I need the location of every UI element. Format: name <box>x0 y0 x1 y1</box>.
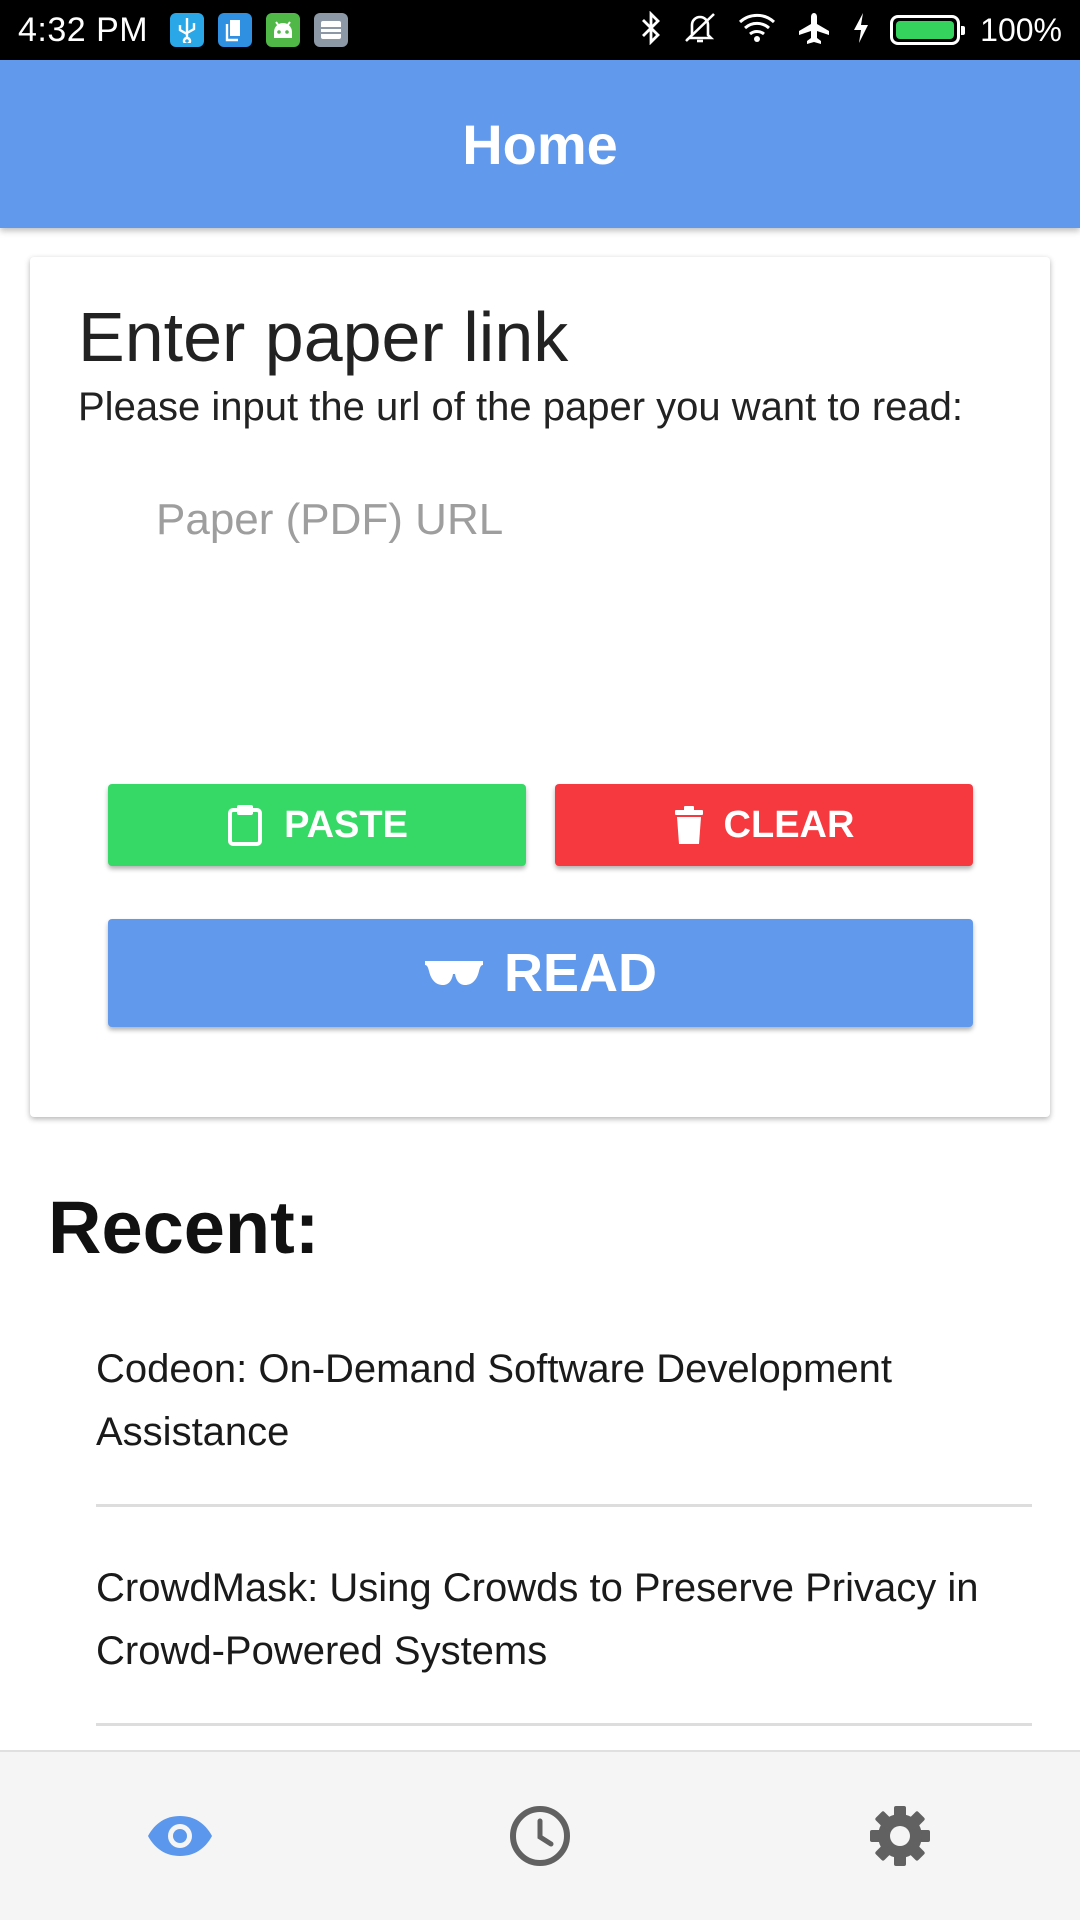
recent-item[interactable]: Codeon: On-Demand Software Development A… <box>96 1328 1032 1507</box>
vibrate-off-icon <box>682 11 718 50</box>
recent-list: Codeon: On-Demand Software Development A… <box>96 1328 1032 1766</box>
nav-item-history[interactable] <box>440 1776 640 1896</box>
android-debug-icon <box>266 13 301 47</box>
read-button-label: READ <box>503 943 657 1003</box>
paper-url-input[interactable] <box>110 467 970 747</box>
wifi-icon <box>738 13 776 48</box>
status-time: 4:32 PM <box>18 10 149 49</box>
clear-button-label: CLEAR <box>723 803 855 846</box>
read-button[interactable]: READ <box>108 919 973 1027</box>
card-title: Enter paper link <box>78 298 569 376</box>
clipboard-icon <box>228 805 263 846</box>
bluetooth-icon <box>640 10 662 50</box>
recent-item[interactable]: CrowdMask: Using Crowds to Preserve Priv… <box>96 1547 1032 1726</box>
nav-item-home[interactable] <box>80 1776 280 1896</box>
battery-percent: 100% <box>980 11 1062 48</box>
bottom-nav <box>0 1750 1080 1920</box>
battery-icon <box>890 15 966 45</box>
storage-icon <box>314 13 349 47</box>
recent-heading: Recent: <box>48 1186 320 1269</box>
charging-icon <box>852 12 870 49</box>
system-status: 100% <box>640 10 1062 50</box>
eye-icon <box>148 1816 212 1856</box>
paper-link-card: Enter paper link Please input the url of… <box>30 257 1050 1117</box>
usb-icon <box>170 13 205 47</box>
airplane-icon <box>796 11 832 50</box>
nav-item-settings[interactable] <box>800 1776 1000 1896</box>
glasses-icon <box>424 961 483 985</box>
app-bar: Home <box>0 60 1080 228</box>
trash-icon <box>674 806 703 844</box>
gear-icon <box>870 1806 930 1866</box>
notification-icons <box>170 13 349 47</box>
card-subtitle: Please input the url of the paper you wa… <box>78 385 964 429</box>
clear-button[interactable]: CLEAR <box>555 784 973 866</box>
screen: 4:32 PM 100% Home Enter paper link Pleas… <box>0 0 1080 1920</box>
paste-button[interactable]: PASTE <box>108 784 526 866</box>
status-bar: 4:32 PM 100% <box>0 0 1080 60</box>
paste-button-label: PASTE <box>284 803 408 846</box>
file-transfer-icon <box>218 13 253 47</box>
clock-icon <box>510 1806 570 1866</box>
battery-level <box>896 21 955 39</box>
page-title: Home <box>462 112 618 176</box>
